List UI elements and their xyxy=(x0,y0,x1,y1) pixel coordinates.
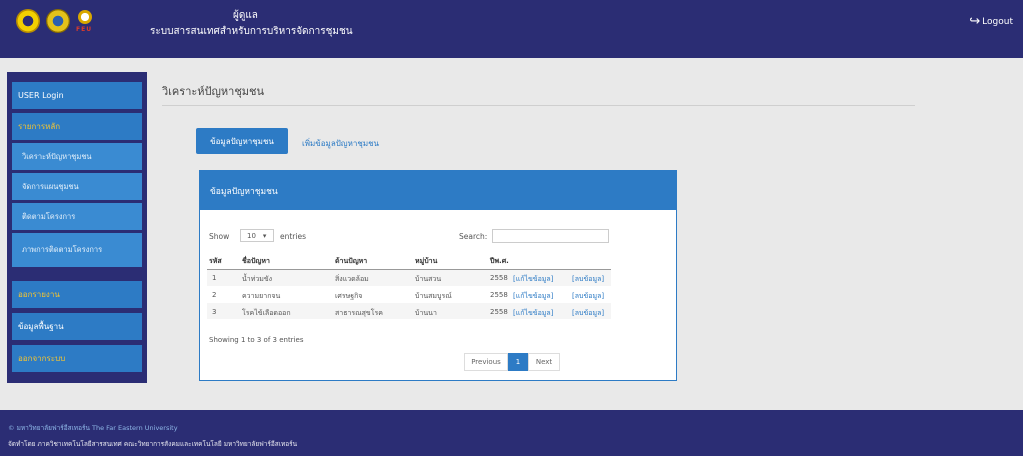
show-label: Show xyxy=(209,232,230,241)
row-id: 1 xyxy=(212,274,217,282)
row-village: บ้านสมบูรณ์ xyxy=(415,292,452,300)
title-divider xyxy=(162,105,915,106)
delete-link[interactable]: [ลบข้อมูล] xyxy=(572,274,604,285)
logout-icon: ↪ xyxy=(969,14,981,29)
column-header-year[interactable]: ปีพ.ศ. xyxy=(490,256,509,267)
logout-label: Logout xyxy=(982,16,1013,27)
footer-credit: จัดทำโดย ภาควิชาเทคโนโลยีสารสนเทศ คณะวิท… xyxy=(8,440,298,448)
feu-logo xyxy=(78,10,92,24)
row-year: 2558 xyxy=(490,291,508,299)
column-header-type[interactable]: ด้านปัญหา xyxy=(335,256,367,267)
row-id: 3 xyxy=(212,308,217,316)
sidebar-item-user-login[interactable]: USER Login xyxy=(12,82,142,109)
row-village: บ้านสวน xyxy=(415,275,442,283)
sidebar-item-basic-data[interactable]: ข้อมูลพื้นฐาน xyxy=(12,313,142,340)
row-name: โรคไข้เลือดออก xyxy=(242,309,291,317)
sidebar-item-community-plan[interactable]: จัดการแผนชุมชน xyxy=(12,173,142,200)
seal-logo xyxy=(46,9,70,33)
entries-value: 10 xyxy=(247,231,256,240)
next-page-button[interactable]: Next xyxy=(528,353,560,371)
previous-page-button[interactable]: Previous xyxy=(464,353,508,371)
entries-label: entries xyxy=(280,232,306,241)
top-header: FEU ผู้ดูแล ระบบสารสนเทศสำหรับการบริหารจ… xyxy=(0,0,1023,58)
tab-add-problem[interactable]: เพิ่มข้อมูลปัญหาชุมชน xyxy=(302,137,379,150)
row-type: เศรษฐกิจ xyxy=(335,292,363,300)
row-year: 2558 xyxy=(490,274,508,282)
delete-link[interactable]: [ลบข้อมูล] xyxy=(572,291,604,302)
page-title: วิเคราะห์ปัญหาชุมชน xyxy=(162,85,265,98)
feu-logo-text: FEU xyxy=(76,26,93,33)
chevron-down-icon: ▾ xyxy=(262,231,267,240)
footer: © มหาวิทยาลัยฟาร์อีสเทอร์น The Far Easte… xyxy=(0,410,1023,456)
sidebar-item-logout[interactable]: ออกจากระบบ xyxy=(12,345,142,372)
row-name: ความยากจน xyxy=(242,292,281,300)
table-info: Showing 1 to 3 of 3 entries xyxy=(209,336,304,344)
row-village: บ้านนา xyxy=(415,309,437,317)
sidebar-item-project-images[interactable]: ภาพการติดตามโครงการ xyxy=(12,233,142,267)
row-name: น้ำท่วมขัง xyxy=(242,275,273,283)
logout-button[interactable]: ↪ Logout xyxy=(969,14,1013,29)
system-title: ระบบสารสนเทศสำหรับการบริหารจัดการชุมชน xyxy=(150,26,353,37)
row-type: สิ่งแวดล้อม xyxy=(335,275,369,283)
tab-problem-data[interactable]: ข้อมูลปัญหาชุมชน xyxy=(196,128,288,154)
search-label: Search: xyxy=(459,232,488,241)
copyright-link[interactable]: © มหาวิทยาลัยฟาร์อีสเทอร์น The Far Easte… xyxy=(8,423,178,433)
sidebar-item-reports[interactable]: ออกรายงาน xyxy=(12,281,142,308)
current-user: ผู้ดูแล xyxy=(233,10,258,21)
row-year: 2558 xyxy=(490,308,508,316)
search-input[interactable] xyxy=(492,229,609,243)
edit-link[interactable]: [แก้ไขข้อมูล] xyxy=(513,308,553,319)
sidebar-item-community-analysis[interactable]: วิเคราะห์ปัญหาชุมชน xyxy=(12,143,142,170)
delete-link[interactable]: [ลบข้อมูล] xyxy=(572,308,604,319)
problem-data-panel: ข้อมูลปัญหาชุมชน Show 10 ▾ entries Searc… xyxy=(199,170,677,381)
column-header-name[interactable]: ชื่อปัญหา xyxy=(242,256,270,267)
edit-link[interactable]: [แก้ไขข้อมูล] xyxy=(513,291,553,302)
row-type: สาธารณสุขโรค xyxy=(335,309,383,317)
row-id: 2 xyxy=(212,291,217,299)
sidebar-item-main-menu[interactable]: รายการหลัก xyxy=(12,113,142,140)
edit-link[interactable]: [แก้ไขข้อมูล] xyxy=(513,274,553,285)
column-header-id[interactable]: รหัส xyxy=(209,256,222,267)
current-page-button[interactable]: 1 xyxy=(508,353,528,371)
entries-select[interactable]: 10 ▾ xyxy=(240,229,274,242)
sidebar-item-project-tracking[interactable]: ติดตามโครงการ xyxy=(12,203,142,230)
column-header-village[interactable]: หมู่บ้าน xyxy=(415,256,437,267)
sidebar: USER Login รายการหลัก วิเคราะห์ปัญหาชุมช… xyxy=(7,72,147,383)
panel-title: ข้อมูลปัญหาชุมชน xyxy=(200,171,676,210)
university-logo xyxy=(16,9,40,33)
